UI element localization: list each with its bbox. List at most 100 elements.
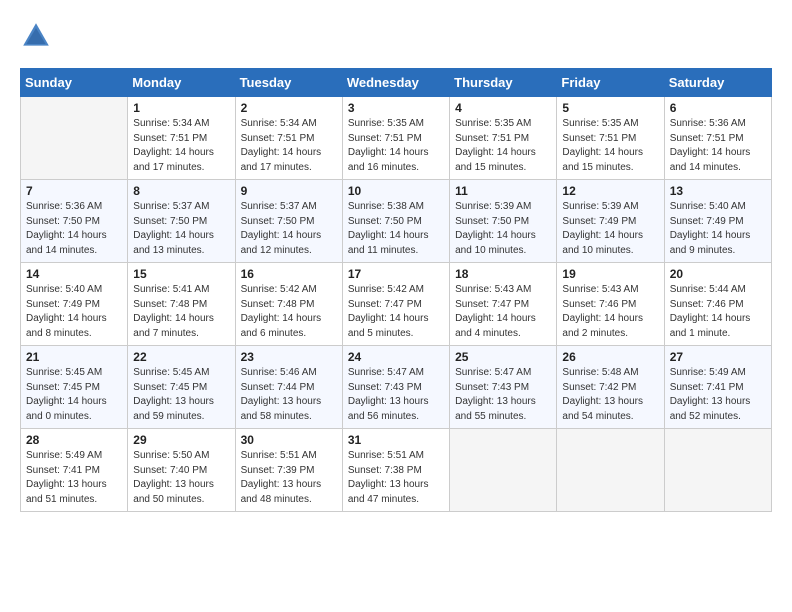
day-info: Sunrise: 5:38 AMSunset: 7:50 PMDaylight:… [348, 200, 444, 258]
day-number: 15 [133, 267, 229, 281]
weekday-header-sunday: Sunday [21, 69, 128, 97]
calendar-cell: 15 Sunrise: 5:41 AMSunset: 7:48 PMDayligh… [128, 263, 235, 346]
weekday-header-wednesday: Wednesday [342, 69, 449, 97]
day-info: Sunrise: 5:41 AMSunset: 7:48 PMDaylight:… [133, 283, 229, 341]
day-info: Sunrise: 5:42 AMSunset: 7:48 PMDaylight:… [241, 283, 337, 341]
calendar-cell: 21 Sunrise: 5:45 AMSunset: 7:45 PMDayligh… [21, 346, 128, 429]
day-info: Sunrise: 5:45 AMSunset: 7:45 PMDaylight:… [26, 366, 122, 424]
day-info: Sunrise: 5:47 AMSunset: 7:43 PMDaylight:… [455, 366, 551, 424]
day-info: Sunrise: 5:40 AMSunset: 7:49 PMDaylight:… [670, 200, 766, 258]
day-number: 1 [133, 101, 229, 115]
calendar-cell: 5 Sunrise: 5:35 AMSunset: 7:51 PMDaylight… [557, 97, 664, 180]
day-number: 10 [348, 184, 444, 198]
day-info: Sunrise: 5:46 AMSunset: 7:44 PMDaylight:… [241, 366, 337, 424]
calendar-cell: 27 Sunrise: 5:49 AMSunset: 7:41 PMDayligh… [664, 346, 771, 429]
day-number: 29 [133, 433, 229, 447]
calendar-cell: 29 Sunrise: 5:50 AMSunset: 7:40 PMDayligh… [128, 429, 235, 512]
calendar-cell: 9 Sunrise: 5:37 AMSunset: 7:50 PMDaylight… [235, 180, 342, 263]
calendar-cell: 12 Sunrise: 5:39 AMSunset: 7:49 PMDayligh… [557, 180, 664, 263]
day-number: 16 [241, 267, 337, 281]
day-info: Sunrise: 5:36 AMSunset: 7:51 PMDaylight:… [670, 117, 766, 175]
calendar-cell: 26 Sunrise: 5:48 AMSunset: 7:42 PMDayligh… [557, 346, 664, 429]
weekday-header-friday: Friday [557, 69, 664, 97]
day-number: 9 [241, 184, 337, 198]
weekday-header-tuesday: Tuesday [235, 69, 342, 97]
calendar-cell: 22 Sunrise: 5:45 AMSunset: 7:45 PMDayligh… [128, 346, 235, 429]
logo-icon [20, 20, 52, 52]
calendar-cell [450, 429, 557, 512]
calendar-cell: 24 Sunrise: 5:47 AMSunset: 7:43 PMDayligh… [342, 346, 449, 429]
day-number: 13 [670, 184, 766, 198]
day-info: Sunrise: 5:51 AMSunset: 7:39 PMDaylight:… [241, 449, 337, 507]
day-info: Sunrise: 5:51 AMSunset: 7:38 PMDaylight:… [348, 449, 444, 507]
day-info: Sunrise: 5:50 AMSunset: 7:40 PMDaylight:… [133, 449, 229, 507]
calendar-cell: 16 Sunrise: 5:42 AMSunset: 7:48 PMDayligh… [235, 263, 342, 346]
day-info: Sunrise: 5:47 AMSunset: 7:43 PMDaylight:… [348, 366, 444, 424]
logo [20, 20, 56, 52]
day-info: Sunrise: 5:42 AMSunset: 7:47 PMDaylight:… [348, 283, 444, 341]
calendar-cell: 14 Sunrise: 5:40 AMSunset: 7:49 PMDayligh… [21, 263, 128, 346]
day-number: 6 [670, 101, 766, 115]
day-number: 25 [455, 350, 551, 364]
day-number: 22 [133, 350, 229, 364]
weekday-header-saturday: Saturday [664, 69, 771, 97]
calendar-cell [21, 97, 128, 180]
day-number: 8 [133, 184, 229, 198]
day-number: 30 [241, 433, 337, 447]
day-info: Sunrise: 5:39 AMSunset: 7:49 PMDaylight:… [562, 200, 658, 258]
calendar-cell [664, 429, 771, 512]
day-info: Sunrise: 5:35 AMSunset: 7:51 PMDaylight:… [455, 117, 551, 175]
calendar-cell: 6 Sunrise: 5:36 AMSunset: 7:51 PMDaylight… [664, 97, 771, 180]
day-number: 20 [670, 267, 766, 281]
day-number: 17 [348, 267, 444, 281]
day-number: 18 [455, 267, 551, 281]
weekday-header-thursday: Thursday [450, 69, 557, 97]
day-number: 21 [26, 350, 122, 364]
calendar-cell: 3Sunrise: 5:35 AMSunset: 7:51 PMDaylight… [342, 97, 449, 180]
calendar-cell: 8 Sunrise: 5:37 AMSunset: 7:50 PMDaylight… [128, 180, 235, 263]
day-number: 11 [455, 184, 551, 198]
calendar-cell: 19Sunrise: 5:43 AMSunset: 7:46 PMDayligh… [557, 263, 664, 346]
day-info: Sunrise: 5:37 AMSunset: 7:50 PMDaylight:… [133, 200, 229, 258]
day-info: Sunrise: 5:34 AMSunset: 7:51 PMDaylight:… [241, 117, 337, 175]
day-number: 27 [670, 350, 766, 364]
day-number: 28 [26, 433, 122, 447]
calendar-week-5: 28 Sunrise: 5:49 AMSunset: 7:41 PMDayligh… [21, 429, 772, 512]
day-info: Sunrise: 5:36 AMSunset: 7:50 PMDaylight:… [26, 200, 122, 258]
calendar-cell: 30 Sunrise: 5:51 AMSunset: 7:39 PMDayligh… [235, 429, 342, 512]
day-info: Sunrise: 5:37 AMSunset: 7:50 PMDaylight:… [241, 200, 337, 258]
day-info: Sunrise: 5:49 AMSunset: 7:41 PMDaylight:… [26, 449, 122, 507]
calendar-cell: 23 Sunrise: 5:46 AMSunset: 7:44 PMDayligh… [235, 346, 342, 429]
calendar-week-1: 1 Sunrise: 5:34 AMSunset: 7:51 PMDaylight… [21, 97, 772, 180]
day-info: Sunrise: 5:49 AMSunset: 7:41 PMDaylight:… [670, 366, 766, 424]
day-info: Sunrise: 5:45 AMSunset: 7:45 PMDaylight:… [133, 366, 229, 424]
calendar-cell: 2 Sunrise: 5:34 AMSunset: 7:51 PMDaylight… [235, 97, 342, 180]
day-number: 3 [348, 101, 444, 115]
calendar-cell: 11 Sunrise: 5:39 AMSunset: 7:50 PMDayligh… [450, 180, 557, 263]
day-number: 2 [241, 101, 337, 115]
calendar-cell: 1 Sunrise: 5:34 AMSunset: 7:51 PMDaylight… [128, 97, 235, 180]
day-info: Sunrise: 5:35 AMSunset: 7:51 PMDaylight:… [562, 117, 658, 175]
day-info: Sunrise: 5:43 AMSunset: 7:47 PMDaylight:… [455, 283, 551, 341]
day-number: 23 [241, 350, 337, 364]
day-number: 12 [562, 184, 658, 198]
day-number: 5 [562, 101, 658, 115]
calendar-cell: 13 Sunrise: 5:40 AMSunset: 7:49 PMDayligh… [664, 180, 771, 263]
day-info: Sunrise: 5:34 AMSunset: 7:51 PMDaylight:… [133, 117, 229, 175]
day-info: Sunrise: 5:44 AMSunset: 7:46 PMDaylight:… [670, 283, 766, 341]
day-info: Sunrise: 5:48 AMSunset: 7:42 PMDaylight:… [562, 366, 658, 424]
calendar-cell: 17 Sunrise: 5:42 AMSunset: 7:47 PMDayligh… [342, 263, 449, 346]
calendar-cell [557, 429, 664, 512]
calendar-cell: 18 Sunrise: 5:43 AMSunset: 7:47 PMDayligh… [450, 263, 557, 346]
day-info: Sunrise: 5:39 AMSunset: 7:50 PMDaylight:… [455, 200, 551, 258]
day-number: 26 [562, 350, 658, 364]
day-number: 14 [26, 267, 122, 281]
day-info: Sunrise: 5:40 AMSunset: 7:49 PMDaylight:… [26, 283, 122, 341]
header-row: SundayMondayTuesdayWednesdayThursdayFrid… [21, 69, 772, 97]
calendar-week-4: 21 Sunrise: 5:45 AMSunset: 7:45 PMDayligh… [21, 346, 772, 429]
calendar-cell: 20 Sunrise: 5:44 AMSunset: 7:46 PMDayligh… [664, 263, 771, 346]
calendar-cell: 31Sunrise: 5:51 AMSunset: 7:38 PMDayligh… [342, 429, 449, 512]
calendar-cell: 10 Sunrise: 5:38 AMSunset: 7:50 PMDayligh… [342, 180, 449, 263]
day-number: 24 [348, 350, 444, 364]
calendar-cell: 7Sunrise: 5:36 AMSunset: 7:50 PMDaylight… [21, 180, 128, 263]
